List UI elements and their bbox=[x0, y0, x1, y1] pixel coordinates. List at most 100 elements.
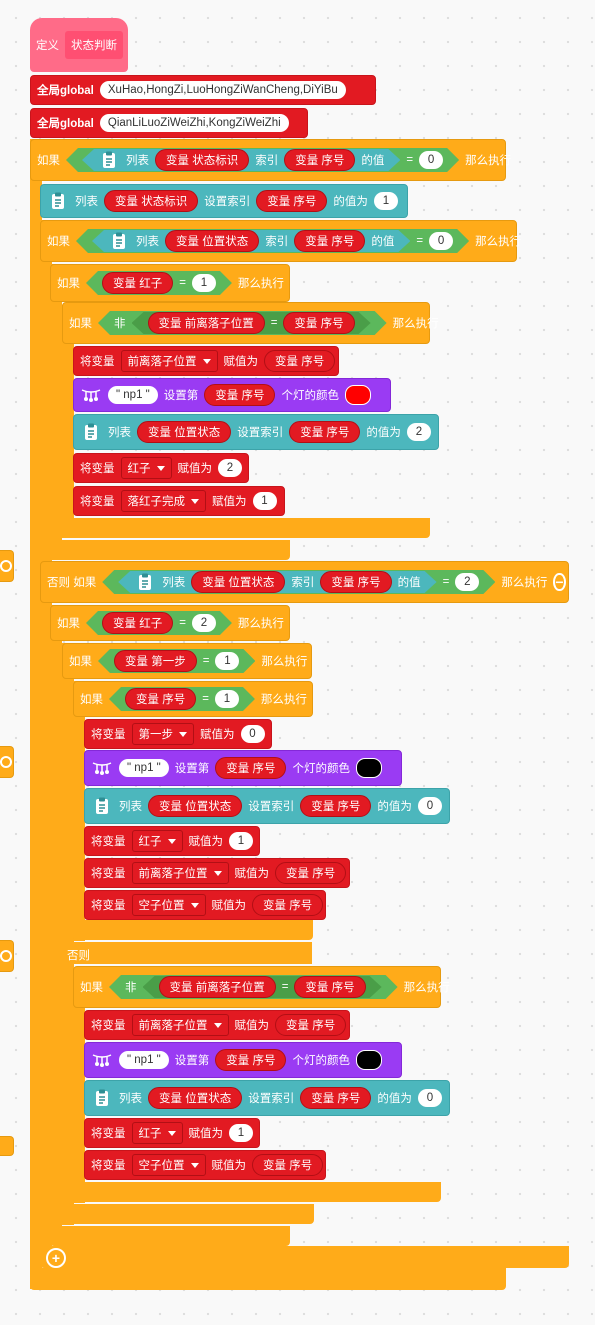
num-input[interactable]: 2 bbox=[218, 459, 242, 477]
color-swatch-red[interactable] bbox=[344, 385, 371, 405]
num-input[interactable]: 2 bbox=[192, 614, 216, 632]
global-names-input[interactable]: XuHao,HongZi,LuoHongZiWanCheng,DiYiBu bbox=[99, 81, 346, 99]
num-input[interactable]: 1 bbox=[373, 192, 398, 210]
set-var-block[interactable]: 将变量 前离落子位置 赋值为 变量 序号 bbox=[73, 346, 339, 376]
compare-condition[interactable]: 变量 红子 = 1 bbox=[86, 271, 232, 295]
set-var-block[interactable]: 将变量 红子 赋值为 1 bbox=[84, 826, 260, 856]
compare-condition[interactable]: 变量 序号 = 1 bbox=[109, 687, 255, 711]
var-dropdown[interactable]: 前离落子位置 bbox=[131, 1014, 229, 1036]
define-hat-block[interactable]: 定义 状态判断 bbox=[30, 18, 128, 72]
var-seq[interactable]: 变量 序号 bbox=[294, 976, 365, 998]
compare-condition[interactable]: 列表 变量 状态标识 索引 变量 序号 的值 = 0 bbox=[66, 148, 459, 172]
var-seq[interactable]: 变量 序号 bbox=[275, 1014, 347, 1036]
set-var-block[interactable]: 将变量 空子位置 赋值为 变量 序号 bbox=[84, 1150, 326, 1180]
equals-op[interactable]: = bbox=[179, 277, 186, 289]
equals-op[interactable]: = bbox=[416, 235, 423, 247]
var-dropdown[interactable]: 红子 bbox=[120, 457, 172, 479]
global-declare-1[interactable]: 全局global XuHao,HongZi,LuoHongZiWanCheng,… bbox=[30, 75, 376, 105]
not-condition[interactable]: 非 变量 前离落子位置 = 变量 序号 bbox=[109, 975, 398, 999]
num-input[interactable]: 1 bbox=[229, 1124, 253, 1142]
var-dropdown[interactable]: 红子 bbox=[131, 830, 183, 852]
var-seq[interactable]: 变量 序号 bbox=[252, 894, 324, 916]
global-declare-2[interactable]: 全局global QianLiLuoZiWeiZhi,KongZiWeiZhi bbox=[30, 108, 308, 138]
var-seq[interactable]: 变量 序号 bbox=[256, 190, 328, 212]
var-dropdown[interactable]: 前离落子位置 bbox=[120, 350, 218, 372]
led-set-color-block[interactable]: " np1 " 设置第 变量 序号 个灯的颜色 bbox=[73, 378, 391, 412]
set-var-block[interactable]: 将变量 前离落子位置 赋值为 变量 序号 bbox=[84, 858, 350, 888]
if-seq1-block[interactable]: 如果 变量 序号 = 1 那么执行 bbox=[73, 681, 313, 717]
equals-op[interactable]: = bbox=[179, 617, 186, 629]
var-pos-state[interactable]: 变量 位置状态 bbox=[165, 230, 259, 252]
var-pos-state[interactable]: 变量 位置状态 bbox=[191, 571, 285, 593]
num-input[interactable]: 0 bbox=[417, 1089, 442, 1107]
var-seq[interactable]: 变量 序号 bbox=[275, 862, 347, 884]
var-seq[interactable]: 变量 序号 bbox=[300, 795, 372, 817]
var-prev-pos[interactable]: 变量 前离落子位置 bbox=[159, 976, 276, 998]
function-name[interactable]: 状态判断 bbox=[65, 31, 123, 59]
if-red-2-block[interactable]: 如果 变量 红子 = 2 那么执行 bbox=[50, 605, 290, 641]
list-set-block[interactable]: 列表 变量 位置状态 设置索引 变量 序号 的值为 2 bbox=[73, 414, 439, 450]
compare-condition[interactable]: 变量 第一步 = 1 bbox=[98, 649, 255, 673]
var-dropdown[interactable]: 第一步 bbox=[131, 723, 194, 745]
var-seq[interactable]: 变量 序号 bbox=[204, 384, 276, 406]
minus-circle-icon[interactable]: − bbox=[553, 573, 566, 591]
set-var-block[interactable]: 将变量 红子 赋值为 2 bbox=[73, 453, 249, 483]
var-step1[interactable]: 变量 第一步 bbox=[114, 650, 197, 672]
var-dropdown[interactable]: 红子 bbox=[131, 1122, 183, 1144]
var-pos-state[interactable]: 变量 位置状态 bbox=[148, 795, 243, 817]
compare-condition[interactable]: 列表 变量 位置状态 索引 变量 序号 的值 = 0 bbox=[76, 229, 469, 253]
var-seq[interactable]: 变量 序号 bbox=[125, 688, 196, 710]
set-var-block[interactable]: 将变量 红子 赋值为 1 bbox=[84, 1118, 260, 1148]
set-var-block[interactable]: 将变量 第一步 赋值为 0 bbox=[84, 719, 272, 749]
var-status-flag[interactable]: 变量 状态标识 bbox=[104, 190, 199, 212]
equals-op[interactable]: = bbox=[406, 154, 413, 166]
color-swatch-black[interactable] bbox=[355, 758, 382, 778]
offscreen-block-2[interactable] bbox=[0, 746, 14, 778]
compare-condition[interactable]: 变量 前离落子位置 = 变量 序号 bbox=[132, 312, 371, 334]
var-seq[interactable]: 变量 序号 bbox=[294, 230, 365, 252]
var-prev-pos[interactable]: 变量 前离落子位置 bbox=[148, 312, 265, 334]
strip-name-input[interactable]: " np1 " bbox=[119, 1051, 169, 1069]
var-dropdown[interactable]: 前离落子位置 bbox=[131, 862, 229, 884]
set-var-block[interactable]: 将变量 空子位置 赋值为 变量 序号 bbox=[84, 890, 326, 920]
list-get-block[interactable]: 列表 变量 状态标识 索引 变量 序号 的值 bbox=[82, 149, 400, 171]
num-input[interactable]: 1 bbox=[215, 652, 239, 670]
equals-op[interactable]: = bbox=[271, 317, 278, 329]
num-input[interactable]: 0 bbox=[419, 151, 443, 169]
if-red-1-block[interactable]: 如果 变量 红子 = 1 那么执行 bbox=[50, 264, 290, 302]
list-set-block[interactable]: 列表 变量 位置状态 设置索引 变量 序号 的值为 0 bbox=[84, 788, 450, 824]
var-seq[interactable]: 变量 序号 bbox=[320, 571, 391, 593]
offscreen-block-4[interactable] bbox=[0, 1136, 14, 1156]
strip-name-input[interactable]: " np1 " bbox=[119, 759, 169, 777]
strip-name-input[interactable]: " np1 " bbox=[108, 386, 158, 404]
num-input[interactable]: 0 bbox=[417, 797, 442, 815]
else-if-block[interactable]: 否则 如果 列表 变量 位置状态 索引 变量 序号 的值 = 2 那么执行 − bbox=[40, 561, 569, 603]
equals-op[interactable]: = bbox=[282, 981, 289, 993]
var-seq[interactable]: 变量 序号 bbox=[264, 350, 336, 372]
compare-condition[interactable]: 变量 前离落子位置 = 变量 序号 bbox=[143, 976, 382, 998]
plus-circle-icon[interactable]: + bbox=[46, 1248, 66, 1268]
num-input[interactable]: 1 bbox=[215, 690, 239, 708]
set-var-block[interactable]: 将变量 落红子完成 赋值为 1 bbox=[73, 486, 285, 516]
led-set-color-block[interactable]: " np1 " 设置第 变量 序号 个灯的颜色 bbox=[84, 1042, 402, 1078]
var-status-flag[interactable]: 变量 状态标识 bbox=[155, 149, 249, 171]
equals-op[interactable]: = bbox=[203, 655, 210, 667]
var-dropdown[interactable]: 空子位置 bbox=[131, 894, 206, 916]
list-set-block[interactable]: 列表 变量 状态标识 设置索引 变量 序号 的值为 1 bbox=[40, 184, 408, 218]
var-seq[interactable]: 变量 序号 bbox=[252, 1154, 324, 1176]
offscreen-block-3[interactable] bbox=[0, 940, 14, 972]
var-red[interactable]: 变量 红子 bbox=[102, 612, 173, 634]
var-seq[interactable]: 变量 序号 bbox=[300, 1087, 372, 1109]
if-step1-block[interactable]: 如果 变量 第一步 = 1 那么执行 bbox=[62, 643, 312, 679]
num-input[interactable]: 1 bbox=[229, 832, 253, 850]
compare-condition[interactable]: 列表 变量 位置状态 索引 变量 序号 的值 = 2 bbox=[102, 570, 495, 594]
if-pos-state-0-block[interactable]: 如果 列表 变量 位置状态 索引 变量 序号 的值 = 0 那么执行 bbox=[40, 220, 521, 262]
var-seq[interactable]: 变量 序号 bbox=[283, 312, 354, 334]
var-seq[interactable]: 变量 序号 bbox=[289, 421, 361, 443]
if-not-block-1[interactable]: 如果 非 变量 前离落子位置 = 变量 序号 那么执行 bbox=[62, 302, 439, 344]
set-var-block[interactable]: 将变量 前离落子位置 赋值为 变量 序号 bbox=[84, 1010, 350, 1040]
num-input[interactable]: 0 bbox=[429, 232, 453, 250]
compare-condition[interactable]: 变量 红子 = 2 bbox=[86, 611, 232, 635]
num-input[interactable]: 2 bbox=[455, 573, 479, 591]
if-not-block-2[interactable]: 如果 非 变量 前离落子位置 = 变量 序号 那么执行 bbox=[73, 966, 450, 1008]
